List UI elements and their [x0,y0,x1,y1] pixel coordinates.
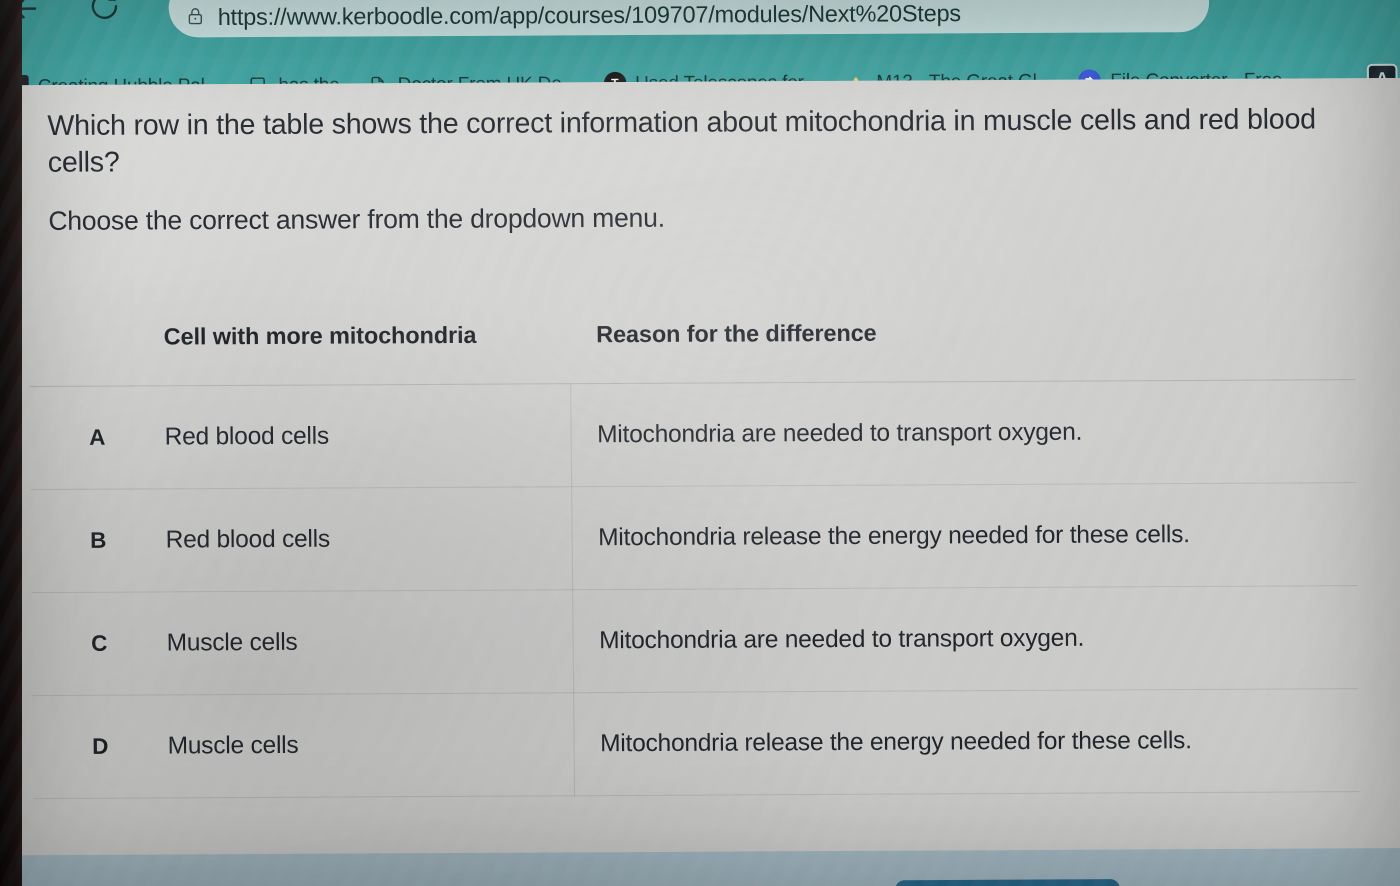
row-letter: C [91,630,108,657]
row-reason: Mitochondria are needed to transport oxy… [597,418,1083,449]
lock-icon [185,5,206,30]
row-letter: B [90,527,107,554]
table-row[interactable]: A Red blood cells Mitochondria are neede… [29,380,1357,491]
table-header-cell-with-more-mitochondria: Cell with more mitochondria [163,321,477,350]
photo-of-screen: https://www.kerboodle.com/app/courses/10… [0,0,1400,886]
table-header-row: Cell with more mitochondria Reason for t… [28,282,1356,388]
row-cell-type: Muscle cells [167,731,299,760]
row-reason: Mitochondria release the energy needed f… [599,726,1192,758]
table-row[interactable]: C Muscle cells Mitochondria are needed t… [31,586,1359,697]
screen-bezel-left [0,0,22,886]
row-letter: D [92,733,109,760]
row-letter: A [89,424,106,450]
instruction-text: Choose the correct answer from the dropd… [48,202,665,237]
table-row[interactable]: B Red blood cells Mitochondria release t… [30,483,1358,594]
table-row[interactable]: D Muscle cells Mitochondria release the … [32,689,1360,800]
row-cell-type: Muscle cells [166,628,298,657]
page-content-card: Which row in the table shows the correct… [0,77,1400,871]
footer-tab[interactable] [895,879,1120,886]
page-surface: Which row in the table shows the correct… [0,77,1400,871]
row-reason: Mitochondria release the energy needed f… [598,520,1190,552]
table-header-blank [29,337,164,338]
row-cell-type: Red blood cells [164,422,330,451]
screen-area: https://www.kerboodle.com/app/courses/10… [0,0,1400,886]
footer-band [5,847,1400,886]
question-text: Which row in the table shows the correct… [47,102,1316,179]
answer-table: Cell with more mitochondria Reason for t… [28,282,1360,800]
table-header-reason-for-the-difference: Reason for the difference [596,319,877,348]
row-cell-type: Red blood cells [165,525,331,554]
row-reason: Mitochondria are needed to transport oxy… [598,624,1085,655]
url-text[interactable]: https://www.kerboodle.com/app/courses/10… [218,0,961,31]
url-bar[interactable]: https://www.kerboodle.com/app/courses/10… [168,0,1210,38]
reload-icon[interactable] [83,0,126,28]
